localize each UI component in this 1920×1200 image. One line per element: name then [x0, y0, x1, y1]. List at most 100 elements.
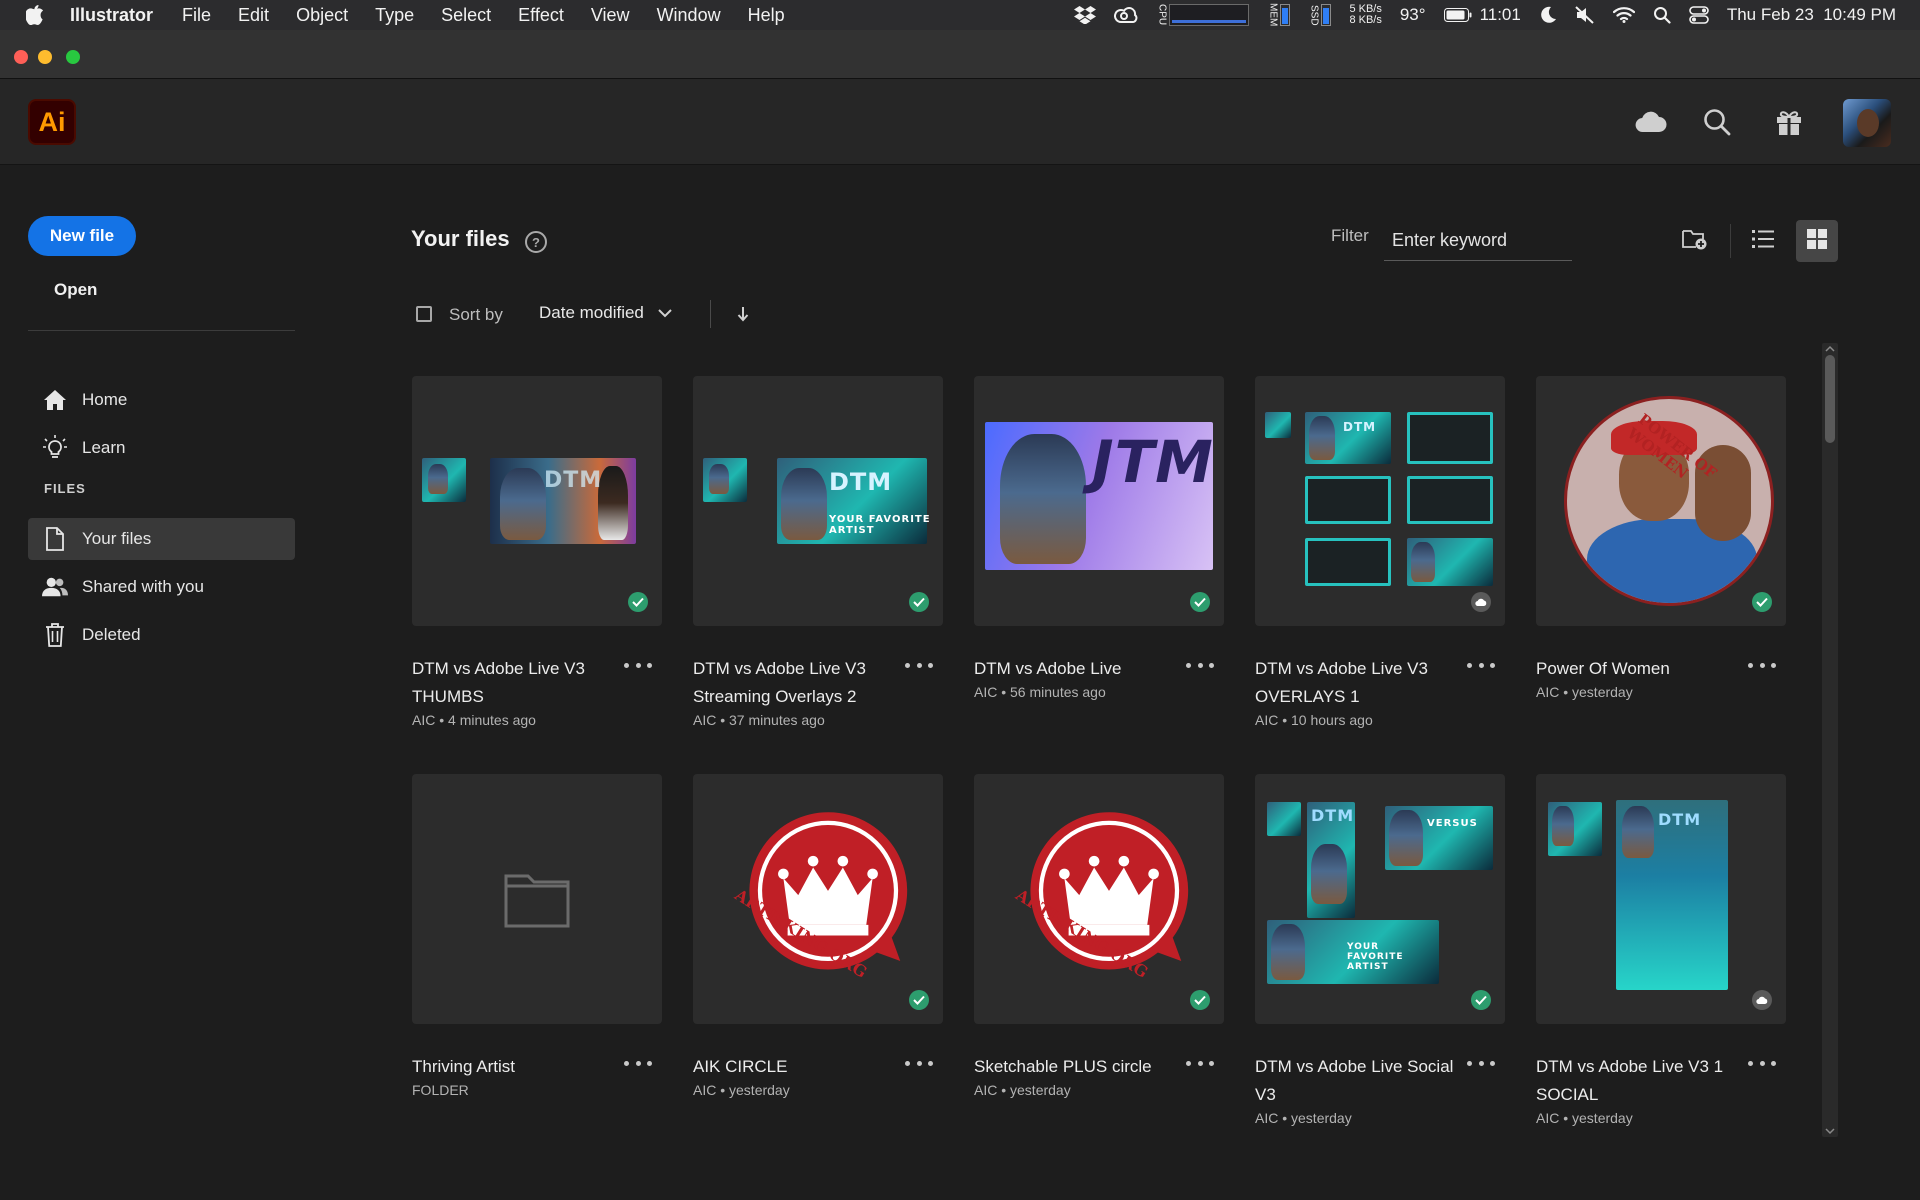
thumb-overlay-frame: [1305, 476, 1391, 524]
window-close-button[interactable]: [14, 50, 28, 64]
sort-direction-button[interactable]: [733, 302, 753, 326]
spotlight-icon[interactable]: [1653, 6, 1671, 24]
sort-select[interactable]: Date modified: [539, 303, 672, 323]
battery-status[interactable]: 11:01: [1443, 5, 1521, 25]
menu-select[interactable]: Select: [441, 5, 491, 26]
file-thumbnail[interactable]: DTM: [1536, 774, 1786, 1024]
more-options-button[interactable]: [1186, 657, 1214, 673]
user-avatar[interactable]: [1843, 99, 1891, 147]
filter-input[interactable]: [1384, 221, 1572, 261]
more-options-button[interactable]: [905, 657, 933, 673]
thumb-overlay-frame: [1407, 476, 1493, 524]
content-scrollbar[interactable]: [1822, 343, 1838, 1137]
window-minimize-button[interactable]: [38, 50, 52, 64]
file-title[interactable]: DTM vs Adobe Live V3 1 SOCIAL: [1536, 1053, 1736, 1109]
grid-view-button[interactable]: [1796, 220, 1838, 262]
file-meta: AIC • yesterday: [1536, 1110, 1633, 1126]
temperature-value: 93°: [1399, 5, 1426, 24]
more-options-button[interactable]: [624, 1055, 652, 1071]
folder-title[interactable]: Thriving Artist: [412, 1053, 612, 1081]
file-title[interactable]: Power Of Women: [1536, 655, 1736, 683]
network-monitor[interactable]: 5 KB/s 8 KB/s: [1349, 4, 1381, 26]
moon-icon[interactable]: [1539, 6, 1557, 24]
apple-icon[interactable]: [26, 5, 44, 25]
battery-time: 11:01: [1479, 5, 1521, 24]
menu-help[interactable]: Help: [748, 5, 785, 26]
cloud-icon[interactable]: [1634, 105, 1668, 139]
sidebar-item-shared-with-you[interactable]: Shared with you: [28, 566, 295, 608]
menu-view[interactable]: View: [591, 5, 630, 26]
select-all-checkbox[interactable]: [416, 306, 432, 322]
scroll-up-icon[interactable]: [1825, 345, 1835, 353]
folder-icon: [504, 874, 570, 928]
ssd-label: SSD: [1308, 4, 1320, 26]
users-icon: [42, 576, 68, 598]
memory-monitor[interactable]: MEM: [1267, 3, 1291, 27]
new-folder-button[interactable]: [1674, 220, 1716, 262]
scroll-thumb[interactable]: [1825, 355, 1835, 443]
file-thumbnail[interactable]: DTM YOUR FAVORITE ARTIST: [693, 376, 943, 626]
file-thumbnail[interactable]: DTM VERSUS YOUR FAVORITE ARTIST: [1255, 774, 1505, 1024]
more-options-button[interactable]: [1467, 1055, 1495, 1071]
more-options-button[interactable]: [1748, 657, 1776, 673]
thumb-artwork-character: [1000, 434, 1086, 564]
thumb-overlay-frame: [1407, 412, 1493, 464]
file-thumbnail[interactable]: ARTISKING.ORG: [974, 774, 1224, 1024]
file-title[interactable]: DTM vs Adobe Live: [974, 655, 1174, 683]
sidebar-item-deleted[interactable]: Deleted: [28, 614, 295, 656]
file-title[interactable]: AIK CIRCLE: [693, 1053, 893, 1081]
sidebar-item-learn[interactable]: Learn: [28, 427, 295, 469]
menubar-clock[interactable]: Thu Feb 23 10:49 PM: [1727, 5, 1896, 25]
dropbox-icon[interactable]: [1074, 6, 1097, 24]
help-icon[interactable]: ?: [525, 231, 547, 253]
file-thumbnail[interactable]: POWER OF WOMEN: [1536, 376, 1786, 626]
window-zoom-button[interactable]: [66, 50, 80, 64]
file-title[interactable]: DTM vs Adobe Live Social V3: [1255, 1053, 1455, 1109]
temperature-readout[interactable]: 93°: [1400, 5, 1426, 25]
file-thumbnail[interactable]: JTM: [974, 376, 1224, 626]
file-meta: AIC • yesterday: [1255, 1110, 1352, 1126]
menu-type[interactable]: Type: [375, 5, 414, 26]
more-options-button[interactable]: [1467, 657, 1495, 673]
file-thumbnail[interactable]: DTM: [412, 376, 662, 626]
open-button[interactable]: Open: [54, 280, 97, 300]
more-options-button[interactable]: [905, 1055, 933, 1071]
sidebar: New file Open Home Learn FILES Your file…: [0, 166, 330, 1200]
scroll-down-icon[interactable]: [1825, 1127, 1835, 1135]
file-title[interactable]: DTM vs Adobe Live V3 Streaming Overlays …: [693, 655, 893, 711]
file-thumbnail[interactable]: DTM: [1255, 376, 1505, 626]
illustrator-logo[interactable]: Ai: [28, 99, 76, 145]
file-thumbnail[interactable]: ARTISKING.ORG: [693, 774, 943, 1024]
file-title[interactable]: DTM vs Adobe Live V3 THUMBS: [412, 655, 612, 711]
menu-app-name[interactable]: Illustrator: [70, 5, 153, 26]
sidebar-item-your-files[interactable]: Your files: [28, 518, 295, 560]
file-meta: AIC • 10 hours ago: [1255, 712, 1373, 728]
ssd-monitor[interactable]: SSD: [1308, 4, 1332, 26]
mute-icon[interactable]: [1575, 6, 1595, 24]
more-options-button[interactable]: [1186, 1055, 1214, 1071]
menu-window[interactable]: Window: [657, 5, 721, 26]
new-file-button[interactable]: New file: [28, 216, 136, 256]
more-options-button[interactable]: [1748, 1055, 1776, 1071]
cloud-status-icon: [1752, 990, 1772, 1010]
sort-select-value: Date modified: [539, 303, 644, 322]
list-view-button[interactable]: [1742, 220, 1784, 262]
cpu-monitor[interactable]: CPU: [1156, 4, 1250, 26]
control-center-icon[interactable]: [1689, 6, 1709, 24]
sidebar-item-home[interactable]: Home: [28, 379, 295, 421]
toolbar-divider: [1730, 224, 1731, 258]
file-title[interactable]: DTM vs Adobe Live V3 OVERLAYS 1: [1255, 655, 1455, 711]
synced-status-icon: [909, 592, 929, 612]
new-folder-icon: [1682, 228, 1708, 255]
folder-thumbnail[interactable]: [412, 774, 662, 1024]
menu-effect[interactable]: Effect: [518, 5, 564, 26]
menu-file[interactable]: File: [182, 5, 211, 26]
menu-object[interactable]: Object: [296, 5, 348, 26]
gift-icon[interactable]: [1772, 105, 1806, 139]
creative-cloud-icon[interactable]: [1114, 6, 1138, 24]
file-title[interactable]: Sketchable PLUS circle: [974, 1053, 1174, 1081]
wifi-icon[interactable]: [1612, 7, 1635, 23]
more-options-button[interactable]: [624, 657, 652, 673]
menu-edit[interactable]: Edit: [238, 5, 269, 26]
search-icon[interactable]: [1700, 105, 1734, 139]
